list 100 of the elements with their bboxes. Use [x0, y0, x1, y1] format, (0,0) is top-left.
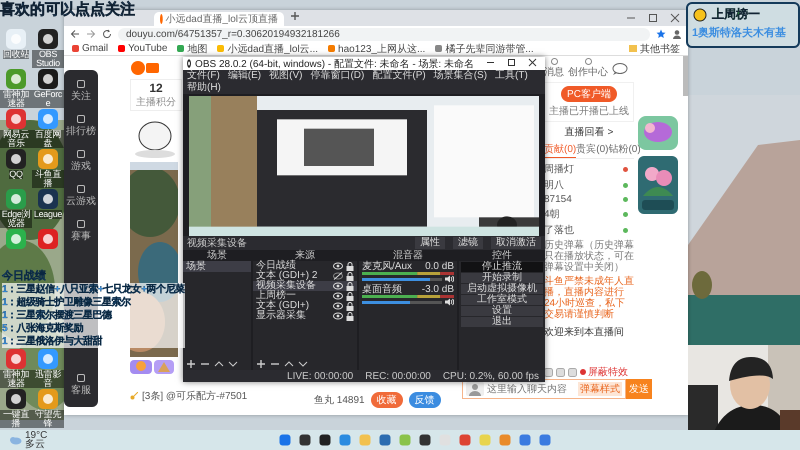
menu-item[interactable]: 帮助(H)	[187, 82, 221, 94]
source-item[interactable]: 文本 (GDI+) 2	[253, 271, 357, 281]
volume-slider[interactable]	[362, 278, 442, 280]
eye-icon[interactable]	[333, 262, 343, 270]
lock-icon[interactable]	[346, 302, 354, 310]
icon-label[interactable]: QQ	[9, 170, 23, 179]
control-button[interactable]: 开始录制	[461, 273, 543, 283]
gift-icon[interactable]	[130, 360, 152, 374]
control-button[interactable]: 工作室模式	[461, 295, 543, 305]
reload-icon[interactable]	[102, 29, 112, 39]
bookmark[interactable]: 橘子先辈同游带管...	[435, 42, 534, 56]
app-icon[interactable]	[419, 434, 432, 446]
lock-icon[interactable]	[346, 262, 354, 270]
eye-icon[interactable]	[333, 302, 343, 310]
lock-icon[interactable]	[346, 272, 354, 280]
block-effects-button[interactable]: 屏蔽特效	[580, 365, 628, 379]
lock-icon[interactable]	[346, 282, 354, 290]
app-icon[interactable]	[37, 188, 59, 210]
move-down-icon[interactable]	[298, 359, 308, 369]
add-icon[interactable]	[256, 359, 266, 369]
bookmark[interactable]: Gmail	[72, 43, 108, 54]
forward-icon[interactable]	[86, 29, 96, 39]
plus-icon[interactable]	[290, 11, 300, 21]
bookmark-folder[interactable]: 其他书签	[629, 42, 680, 56]
bookmark[interactable]: 地图	[177, 42, 208, 56]
control-button[interactable]: 设置	[461, 306, 543, 316]
star-icon[interactable]	[656, 29, 666, 39]
nav-link[interactable]: 创作中心	[568, 58, 608, 79]
eye-icon[interactable]	[333, 312, 343, 320]
sidebar-item[interactable]: 云游戏	[66, 185, 96, 208]
menu-item[interactable]: 视图(V)	[269, 70, 302, 82]
toolbar-button[interactable]: 滤镜	[453, 237, 483, 249]
browser-tab[interactable]: 小远dad直播_lol云顶直播	[154, 12, 284, 26]
menu-item[interactable]: 停靠窗口(D)	[310, 70, 364, 82]
icon-label[interactable]: 雷神加速器	[0, 370, 32, 388]
close-icon[interactable]	[670, 13, 680, 23]
bookmark[interactable]: hao123_上网从这...	[328, 42, 426, 56]
icon-label[interactable]: OBS Studio	[32, 50, 64, 68]
eye-slash-icon[interactable]	[333, 272, 343, 280]
profile-icon[interactable]	[672, 29, 682, 39]
maximize-icon[interactable]	[648, 13, 658, 23]
sidebar-item[interactable]: 排行榜	[66, 115, 96, 138]
move-down-icon[interactable]	[228, 359, 238, 369]
maximize-icon[interactable]	[507, 58, 516, 66]
lock-icon[interactable]	[346, 312, 354, 320]
bookmark[interactable]: YouTube	[118, 43, 168, 54]
eye-icon[interactable]	[333, 282, 343, 290]
icon-label[interactable]: 斗鱼直播	[32, 170, 64, 188]
speaker-icon[interactable]	[445, 298, 454, 306]
menu-item[interactable]: 场景集合(S)	[434, 70, 488, 82]
panel-tab[interactable]: 钻粉(0)	[608, 142, 641, 158]
scene-item[interactable]: 场景	[183, 261, 251, 272]
source-item[interactable]: 视频采集设备	[253, 281, 357, 291]
icon-label[interactable]: 守望先锋	[32, 410, 64, 428]
icon-label[interactable]: 百度网盘	[32, 130, 64, 148]
sidebar-item[interactable]: 游戏	[71, 150, 91, 173]
icon-label[interactable]: 一键直播	[0, 410, 32, 428]
control-button[interactable]: 停止推流	[461, 262, 543, 272]
app-icon[interactable]	[5, 148, 27, 170]
menu-item[interactable]: 配置文件(P)	[372, 70, 426, 82]
icon-label[interactable]: GeForce	[32, 90, 64, 108]
replay-link[interactable]: 直播回看 >	[544, 125, 634, 139]
sidebar-item[interactable]: 客服	[71, 374, 91, 397]
control-button[interactable]: 退出	[461, 317, 543, 327]
nav-link[interactable]: 消息	[544, 58, 564, 79]
move-up-icon[interactable]	[284, 359, 294, 369]
move-up-icon[interactable]	[214, 359, 224, 369]
close-icon[interactable]	[528, 58, 537, 66]
source-item[interactable]: 今日战绩	[253, 261, 357, 271]
icon-label[interactable]: League	[34, 210, 62, 219]
volume-slider[interactable]	[362, 300, 442, 304]
sidebar-item[interactable]: 赛事	[71, 220, 91, 243]
sidebar-item[interactable]: 关注	[71, 80, 91, 103]
icon-label[interactable]: 迅雷影音	[32, 370, 64, 388]
speaker-icon[interactable]	[445, 275, 454, 283]
eye-icon[interactable]	[333, 292, 343, 300]
menu-item[interactable]: 编辑(E)	[228, 70, 262, 82]
app-icon[interactable]	[37, 28, 59, 50]
icon-label[interactable]: 雷神加速器	[0, 90, 32, 108]
control-button[interactable]: 启动虚拟摄像机	[461, 284, 543, 294]
source-item[interactable]: 文本 (GDI+)	[253, 301, 357, 311]
source-item[interactable]: 上周榜一	[253, 291, 357, 301]
icon-label[interactable]: 网易云音乐	[0, 130, 32, 148]
add-icon[interactable]	[186, 359, 196, 369]
bookmark[interactable]: 小远dad直播_lol云...	[217, 42, 318, 56]
window-title: OBS 28.0.2 (64-bit, windows) - 配置文件: 未命名 - 场景: 未命名	[195, 58, 474, 70]
back-icon[interactable]	[70, 29, 80, 39]
source-item[interactable]: 显示器采集	[253, 311, 357, 321]
app-icon[interactable]	[37, 68, 59, 90]
toolbar-button[interactable]: 取消激活	[491, 237, 541, 249]
chat-bubble-icon[interactable]	[612, 62, 628, 74]
app-icon[interactable]	[5, 388, 27, 410]
icon-label[interactable]: Edge浏览器	[0, 210, 32, 228]
menu-item[interactable]: 文件(F)	[187, 70, 220, 82]
app-icon[interactable]	[319, 434, 332, 446]
address-field[interactable]: douyu.com/64751357_r=0.30620194932181266	[118, 28, 650, 40]
lock-icon[interactable]	[346, 292, 354, 300]
panel-tab[interactable]: 贵宾(0)	[576, 142, 608, 158]
toolbar-button[interactable]: 属性	[415, 237, 445, 249]
menu-item[interactable]: 工具(T)	[495, 70, 528, 82]
